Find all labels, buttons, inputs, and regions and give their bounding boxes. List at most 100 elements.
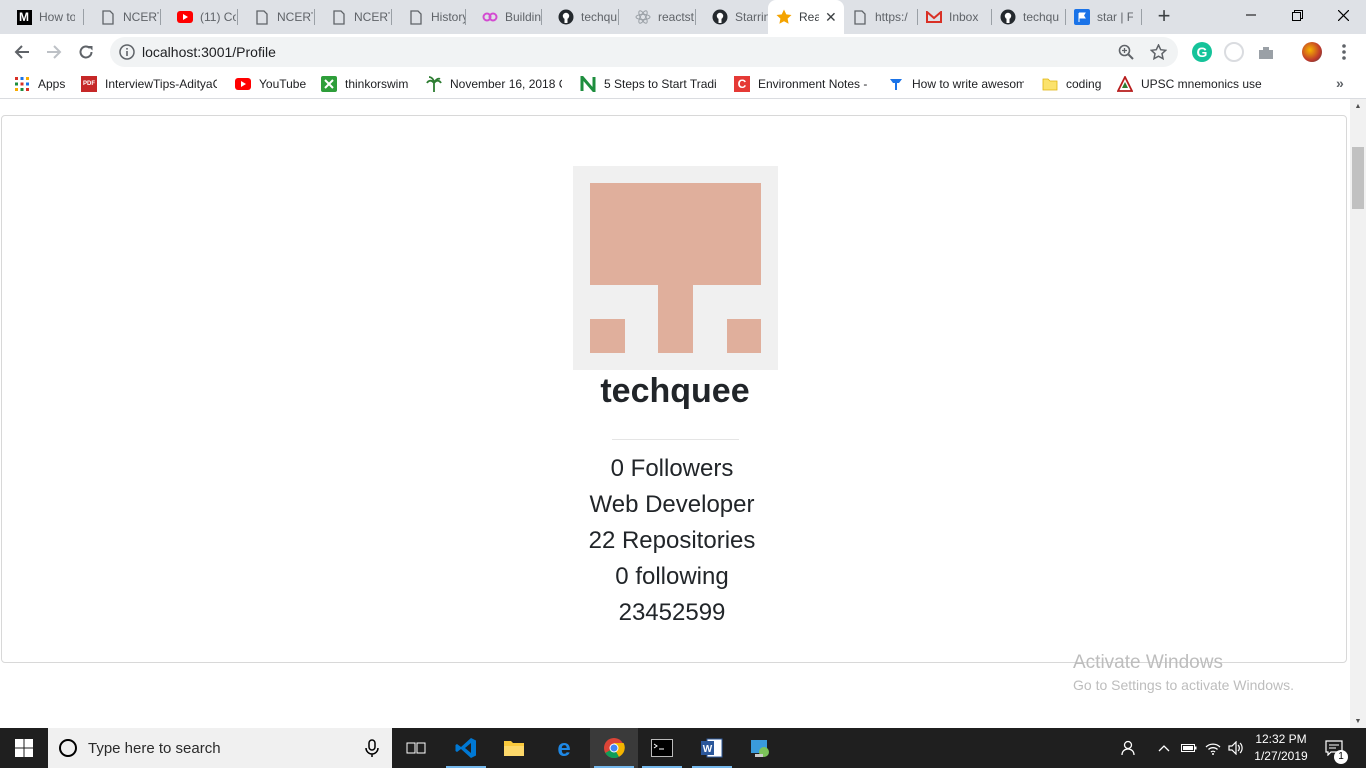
tab-label: NCERT xyxy=(277,10,313,24)
tab-10-active[interactable]: Rea ✕ xyxy=(768,0,844,34)
tab-label: How to xyxy=(39,10,75,24)
taskbar-chrome[interactable] xyxy=(590,728,638,768)
scroll-down-arrow[interactable]: ▼ xyxy=(1350,714,1366,728)
bookmark-thinkorswim[interactable]: thinkorswim xyxy=(321,76,408,92)
word-icon: W xyxy=(701,738,723,758)
gmail-icon xyxy=(926,9,942,25)
close-window-button[interactable] xyxy=(1320,0,1366,30)
tab-0[interactable]: M How to xyxy=(0,0,84,34)
forward-button[interactable] xyxy=(40,38,68,66)
bookmark-november[interactable]: November 16, 2018 C xyxy=(426,76,562,92)
bookmark-5-steps[interactable]: 5 Steps to Start Tradin xyxy=(580,76,717,92)
youtube-icon xyxy=(177,9,193,25)
bookmark-interviewtips[interactable]: PDF InterviewTips-AdityaC xyxy=(81,76,217,92)
system-clock[interactable]: 12:32 PM 1/27/2019 xyxy=(1250,731,1312,765)
tab-label: Starrin xyxy=(735,10,768,24)
new-tab-button[interactable]: + xyxy=(1152,3,1176,28)
taskbar-search-box[interactable]: Type here to search xyxy=(48,728,392,768)
tab-label: NCERT xyxy=(123,10,159,24)
task-view-button[interactable] xyxy=(392,728,440,768)
bookmark-environment-notes[interactable]: C Environment Notes - xyxy=(734,76,870,92)
taskbar-edge[interactable]: e xyxy=(540,728,588,768)
reload-icon xyxy=(79,45,93,59)
tab-7[interactable]: techqu xyxy=(542,0,619,34)
bookmark-label: thinkorswim xyxy=(345,77,409,91)
svg-text:e: e xyxy=(557,737,570,759)
bookmark-label: November 16, 2018 C xyxy=(450,77,562,91)
page-icon xyxy=(331,9,347,25)
tab-1[interactable]: NCERT xyxy=(84,0,161,34)
tab-4[interactable]: NCERT xyxy=(315,0,392,34)
zoom-icon[interactable] xyxy=(1116,42,1136,62)
tab-9[interactable]: Starrin xyxy=(696,0,768,34)
puzzle-extension-icon[interactable] xyxy=(1256,42,1276,62)
minimize-icon xyxy=(1246,14,1256,16)
reload-button[interactable] xyxy=(72,38,100,66)
minimize-button[interactable] xyxy=(1228,0,1274,30)
tab-label: Buildin xyxy=(505,10,541,24)
bookmarks-overflow-button[interactable]: » xyxy=(1336,75,1344,91)
folder-icon xyxy=(1042,76,1058,92)
bookmark-youtube[interactable]: YouTube xyxy=(235,76,306,92)
extension-icon[interactable] xyxy=(1224,42,1244,62)
scroll-up-arrow[interactable]: ▲ xyxy=(1350,99,1366,113)
bookmark-label: YouTube xyxy=(259,77,307,91)
page-icon xyxy=(852,9,868,25)
youtube-icon xyxy=(235,76,251,92)
tab-label: Rea xyxy=(799,10,819,24)
taskbar-vscode[interactable] xyxy=(442,728,490,768)
url-text[interactable]: localhost:3001/Profile xyxy=(142,44,276,60)
taskbar-file-explorer[interactable] xyxy=(490,728,538,768)
bookmark-upsc-mnemonics[interactable]: UPSC mnemonics use xyxy=(1117,76,1279,92)
search-placeholder: Type here to search xyxy=(88,740,221,757)
tab-2[interactable]: (11) Co xyxy=(161,0,238,34)
people-icon[interactable] xyxy=(1118,738,1140,758)
back-button[interactable] xyxy=(8,38,36,66)
clock-date: 1/27/2019 xyxy=(1254,749,1308,763)
profile-avatar[interactable] xyxy=(1302,42,1322,62)
scroll-thumb[interactable] xyxy=(1352,147,1364,209)
bookmark-star-icon[interactable] xyxy=(1148,42,1168,62)
followers-count: 0 Followers xyxy=(610,455,734,482)
page-icon xyxy=(408,9,424,25)
show-hidden-icons-chevron-up-icon[interactable] xyxy=(1156,738,1172,758)
page-scrollbar[interactable]: ▲ ▼ xyxy=(1350,99,1366,728)
wifi-icon[interactable] xyxy=(1204,738,1222,758)
profile-avatar-image xyxy=(573,166,778,370)
tab-8[interactable]: reactst xyxy=(619,0,696,34)
upsc-icon xyxy=(1117,76,1133,92)
restore-button[interactable] xyxy=(1274,0,1320,30)
address-bar[interactable]: localhost:3001/Profile xyxy=(110,37,1178,67)
battery-icon[interactable] xyxy=(1180,738,1198,758)
edge-icon: e xyxy=(557,737,570,759)
bookmark-how-to-write[interactable]: How to write awesom xyxy=(888,76,1024,92)
profile-bio: Web Developer xyxy=(589,491,755,518)
taskbar-word[interactable]: W xyxy=(688,728,736,768)
identicon-icon xyxy=(590,183,761,353)
menu-button[interactable] xyxy=(1330,38,1358,66)
tab-3[interactable]: NCERT xyxy=(238,0,315,34)
tab-12[interactable]: Inbox xyxy=(918,0,992,34)
grammarly-icon[interactable]: G xyxy=(1192,42,1212,62)
taskbar-control-panel[interactable] xyxy=(736,728,784,768)
taskbar-terminal[interactable] xyxy=(638,728,686,768)
bookmark-label: Apps xyxy=(38,77,66,91)
bookmark-coding-folder[interactable]: coding xyxy=(1042,76,1101,92)
info-icon[interactable] xyxy=(118,43,136,61)
tab-14[interactable]: star | F xyxy=(1066,0,1142,34)
microphone-icon[interactable] xyxy=(362,738,382,758)
following-count: 0 following xyxy=(615,563,729,590)
volume-icon[interactable] xyxy=(1227,738,1245,758)
chrome-icon xyxy=(604,738,625,759)
github-icon xyxy=(558,9,574,25)
tab-11[interactable]: https:/ xyxy=(844,0,918,34)
start-button[interactable] xyxy=(0,728,48,768)
repositories-count: 22 Repositories xyxy=(588,527,756,554)
bookmark-apps[interactable]: Apps xyxy=(14,76,65,92)
tab-6[interactable]: Buildin xyxy=(466,0,542,34)
tab-5[interactable]: History xyxy=(392,0,466,34)
bookmark-label: InterviewTips-AdityaC xyxy=(105,77,217,91)
divider xyxy=(612,439,739,440)
close-tab-icon[interactable]: ✕ xyxy=(825,9,837,26)
tab-13[interactable]: techqu xyxy=(992,0,1066,34)
